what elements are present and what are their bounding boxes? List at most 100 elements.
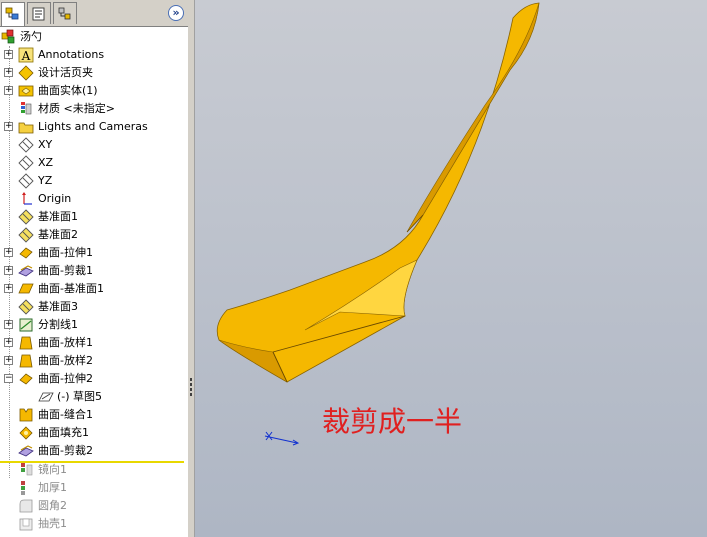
spoon-model	[216, 2, 540, 383]
splitter-grip	[190, 378, 192, 381]
expand-toggle[interactable]: +	[4, 248, 13, 257]
planar-surface-icon	[18, 283, 34, 294]
tree-item-surface-bodies[interactable]: + 曲面实体(1)	[0, 82, 186, 100]
tree-item-label: YZ	[38, 174, 53, 187]
ref-plane-icon	[18, 209, 34, 225]
view-triad-icon	[264, 431, 300, 446]
feature-manager-panel: » 汤勺 + A Annotations + 设计活页夹 + 曲面实体(1) 材…	[0, 0, 189, 537]
tree-item-surface-extrude-2[interactable]: − 曲面-拉伸2	[0, 370, 186, 388]
ref-plane-icon	[18, 299, 34, 315]
tree-item-annotations[interactable]: + A Annotations	[0, 46, 186, 64]
plane-icon	[18, 173, 34, 189]
tree-item-label: 曲面-拉伸2	[38, 372, 93, 385]
tree-item-label: 基准面2	[38, 228, 78, 241]
expand-toggle[interactable]: +	[4, 320, 13, 329]
tree-item-mirror-1[interactable]: 镜向1	[0, 461, 186, 479]
tree-item-surface-trim-1[interactable]: + 曲面-剪裁1	[0, 262, 186, 280]
tree-item-origin[interactable]: Origin	[0, 190, 186, 208]
tree-item-label: 分割线1	[38, 318, 78, 331]
expand-toggle[interactable]: +	[4, 68, 13, 77]
tree-item-design-binder[interactable]: + 设计活页夹	[0, 64, 186, 82]
surface-loft-icon	[19, 336, 33, 350]
surface-knit-icon	[19, 408, 33, 422]
tree-item-shell-1[interactable]: 抽壳1	[0, 515, 186, 533]
rollback-bar[interactable]	[0, 461, 184, 463]
tree-item-surface-extrude-1[interactable]: + 曲面-拉伸1	[0, 244, 186, 262]
fillet-icon	[19, 499, 33, 513]
expand-toggle[interactable]: +	[4, 284, 13, 293]
surface-trim-icon	[18, 265, 34, 277]
tree-item-label: Annotations	[38, 48, 105, 61]
tree-item-label: Origin	[38, 192, 72, 205]
svg-text:A: A	[21, 49, 31, 63]
tree-item-label: 材质 <未指定>	[38, 102, 115, 115]
tree-item-label: XZ	[38, 156, 54, 169]
tree-item-label: 曲面实体(1)	[38, 84, 98, 97]
tree-item-fillet-2[interactable]: 圆角2	[0, 497, 186, 515]
graphics-viewport[interactable]: 裁剪成一半	[195, 0, 707, 537]
design-binder-icon	[18, 65, 34, 81]
feature-tree-icon	[5, 7, 19, 20]
expand-toggle[interactable]: +	[4, 338, 13, 347]
tree-item-label: 圆角2	[38, 499, 67, 512]
tree-item-label: 加厚1	[38, 481, 67, 494]
ref-plane-icon	[18, 227, 34, 243]
expand-toggle[interactable]: +	[4, 266, 13, 275]
tab-feature-manager[interactable]	[1, 2, 25, 26]
tree-item-surface-trim-2[interactable]: 曲面-剪裁2	[0, 442, 186, 460]
tree-item-label: 基准面1	[38, 210, 78, 223]
tree-item-surface-knit-1[interactable]: 曲面-缝合1	[0, 406, 186, 424]
tree-item-label: (-) 草图5	[57, 390, 103, 403]
tree-item-ref-plane-1[interactable]: 基准面1	[0, 208, 186, 226]
tree-item-surface-loft-1[interactable]: + 曲面-放样1	[0, 334, 186, 352]
tree-item-plane-xy[interactable]: XY	[0, 136, 186, 154]
thicken-icon	[21, 481, 25, 495]
tab-property-manager[interactable]	[27, 2, 51, 24]
tree-item-plane-xz[interactable]: XZ	[0, 154, 186, 172]
expand-panel-button[interactable]: »	[168, 5, 184, 21]
expand-toggle[interactable]: +	[4, 356, 13, 365]
tree-item-split-line-1[interactable]: + 分割线1	[0, 316, 186, 334]
surface-bodies-icon	[18, 85, 34, 97]
tree-item-label: XY	[38, 138, 53, 151]
tree-item-sketch-5[interactable]: (-) 草图5	[0, 388, 186, 406]
tree-item-surface-fill-1[interactable]: 曲面填充1	[0, 424, 186, 442]
tree-item-label: 基准面3	[38, 300, 78, 313]
property-icon	[32, 7, 45, 21]
panel-splitter[interactable]	[188, 0, 195, 537]
sketch-icon	[38, 392, 54, 402]
expand-toggle[interactable]: +	[4, 86, 13, 95]
tree-item-lights-cameras[interactable]: + Lights and Cameras	[0, 118, 186, 136]
collapse-toggle[interactable]: −	[4, 374, 13, 383]
plane-icon	[18, 137, 34, 153]
annotation-text: 裁剪成一半	[322, 405, 463, 438]
plane-icon	[18, 155, 34, 171]
splitter-grip	[190, 393, 192, 396]
tree-item-planar-surface-1[interactable]: + 曲面-基准面1	[0, 280, 186, 298]
tree-item-plane-yz[interactable]: YZ	[0, 172, 186, 190]
splitter-grip	[190, 388, 192, 391]
tree-item-surface-loft-2[interactable]: + 曲面-放样2	[0, 352, 186, 370]
material-icon	[21, 102, 32, 115]
surface-loft-icon	[19, 354, 33, 368]
shell-icon	[19, 518, 33, 531]
part-icon	[1, 29, 15, 44]
lights-cameras-icon	[18, 122, 34, 134]
tree-item-label: 曲面-放样1	[38, 336, 93, 349]
tree-item-label: 曲面-剪裁1	[38, 264, 93, 277]
tree-item-label: 曲面-拉伸1	[38, 246, 93, 259]
tree-item-label: 曲面-基准面1	[38, 282, 104, 295]
tree-item-material[interactable]: 材质 <未指定>	[0, 100, 186, 118]
expand-toggle[interactable]: +	[4, 50, 13, 59]
tree-item-ref-plane-3[interactable]: 基准面3	[0, 298, 186, 316]
tree-item-ref-plane-2[interactable]: 基准面2	[0, 226, 186, 244]
tree-root-part[interactable]: 汤勺	[0, 28, 186, 46]
surface-extrude-icon	[19, 247, 33, 259]
tab-configuration-manager[interactable]	[53, 2, 77, 24]
tree-item-thicken-1[interactable]: 加厚1	[0, 479, 186, 497]
tree-item-label: 曲面-缝合1	[38, 408, 93, 421]
expand-toggle[interactable]: +	[4, 122, 13, 131]
surface-extrude-icon	[19, 373, 33, 385]
tree-root-label: 汤勺	[20, 30, 42, 43]
tree-item-label: 曲面-剪裁2	[38, 444, 93, 457]
